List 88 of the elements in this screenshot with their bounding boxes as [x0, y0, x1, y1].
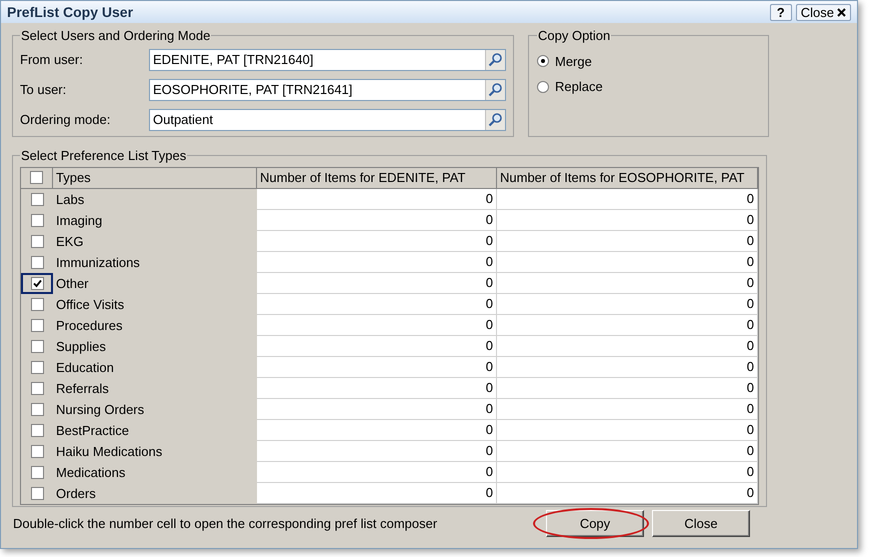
table-cell[interactable]: 0 — [497, 398, 758, 420]
table-cell-text: BestPractice — [55, 422, 130, 440]
table-cell[interactable]: 0 — [497, 188, 758, 210]
table-cell[interactable]: 0 — [497, 378, 758, 398]
table-cell[interactable]: 0 — [257, 314, 497, 336]
table-cell[interactable]: 0 — [257, 188, 497, 210]
table-cell[interactable]: 0 — [257, 398, 497, 420]
table-cell[interactable]: 0 — [497, 440, 758, 462]
dialog-button[interactable]: Close — [652, 510, 750, 537]
radio-label[interactable]: Replace — [555, 77, 603, 96]
checkbox[interactable] — [30, 466, 44, 478]
table-cell[interactable]: 0 — [497, 210, 758, 230]
table-cell-text: Nursing Orders — [55, 400, 146, 419]
checkbox[interactable] — [30, 171, 43, 184]
table-cell[interactable]: 0 — [257, 336, 497, 356]
table-cell[interactable]: 0 — [257, 210, 497, 230]
table-cell[interactable]: 0 — [497, 482, 758, 504]
group-title: Select Preference List Types — [20, 147, 188, 165]
checkbox[interactable] — [30, 192, 44, 206]
table-cell-text: Immunizations — [55, 254, 141, 272]
close-button[interactable]: Close — [796, 4, 851, 20]
table-cell[interactable]: 0 — [257, 356, 497, 378]
search-icon[interactable] — [488, 52, 503, 67]
group-title: Copy Option — [537, 27, 612, 45]
group-title: Select Users and Ordering Mode — [20, 27, 212, 45]
table-cell-text: Labs — [55, 190, 86, 208]
table-cell[interactable]: 0 — [497, 314, 758, 336]
table-cell-text: Orders — [55, 484, 97, 502]
table-cell[interactable]: 0 — [497, 252, 758, 272]
checkbox[interactable] — [30, 298, 44, 310]
table-cell[interactable]: 0 — [257, 272, 497, 294]
table-cell-text: Referrals — [55, 380, 110, 398]
table-cell-text: Imaging — [55, 212, 104, 230]
field-label: From user: — [20, 50, 84, 69]
dialog-button[interactable]: Copy — [546, 510, 644, 537]
table-cell[interactable]: 0 — [257, 482, 497, 504]
table-cell-text: Other — [55, 274, 90, 292]
table-cell[interactable]: 0 — [257, 230, 497, 252]
text-field[interactable]: EOSOPHORITE, PAT [TRN21641] — [149, 78, 506, 100]
search-icon[interactable] — [488, 112, 503, 127]
hint-text: Double-click the number cell to open the corresponding pref list composer — [13, 514, 438, 533]
column-header: Number of Items for EOSOPHORITE, PAT — [497, 168, 758, 188]
search-icon[interactable] — [488, 82, 503, 97]
checkbox[interactable] — [30, 276, 44, 290]
checkbox[interactable] — [30, 402, 44, 416]
table-cell[interactable]: 0 — [257, 252, 497, 272]
table-cell[interactable]: 0 — [497, 462, 758, 482]
checkbox[interactable] — [30, 256, 44, 268]
table-cell-text: EKG — [55, 232, 84, 250]
checkbox[interactable] — [30, 214, 44, 226]
table-cell[interactable]: 0 — [497, 294, 758, 314]
checkbox[interactable] — [30, 424, 44, 436]
table-cell[interactable]: 0 — [257, 462, 497, 482]
text-field[interactable]: Outpatient — [149, 108, 506, 130]
radio-label[interactable]: Merge — [555, 52, 592, 71]
table-cell[interactable]: 0 — [497, 356, 758, 378]
checkbox[interactable] — [30, 318, 44, 332]
checkbox[interactable] — [30, 486, 44, 500]
table-cell[interactable]: 0 — [257, 420, 497, 440]
close-icon — [837, 8, 846, 16]
column-header: Types — [53, 168, 257, 188]
table-cell[interactable]: 0 — [497, 420, 758, 440]
checkbox[interactable] — [30, 340, 44, 352]
help-button[interactable]: ? — [770, 4, 792, 20]
table-cell-text: Procedures — [55, 316, 124, 334]
table-cell[interactable]: 0 — [497, 230, 758, 252]
table-cell[interactable]: 0 — [497, 272, 758, 294]
checkbox[interactable] — [30, 360, 44, 374]
radio-button[interactable] — [537, 55, 549, 68]
table-cell[interactable]: 0 — [257, 378, 497, 398]
field-label: Ordering mode: — [20, 110, 112, 129]
focus-cell[interactable] — [21, 272, 53, 294]
table-cell-text: Supplies — [55, 338, 107, 356]
radio-button[interactable] — [537, 80, 549, 93]
table-cell-text: Office Visits — [55, 296, 126, 314]
field-label: To user: — [20, 80, 68, 99]
checkbox[interactable] — [30, 234, 44, 248]
checkbox[interactable] — [30, 382, 44, 394]
column-header: Number of Items for EDENITE, PAT — [257, 168, 497, 188]
table-cell[interactable]: 0 — [497, 336, 758, 356]
table-cell-text: Medications — [55, 464, 126, 482]
table-cell-text: Haiku Medications — [55, 442, 164, 460]
window-title: PrefList Copy User — [7, 2, 134, 22]
table-cell-text: Education — [55, 358, 115, 376]
table-cell[interactable]: 0 — [257, 294, 497, 314]
table-cell[interactable]: 0 — [257, 440, 497, 462]
checkbox[interactable] — [30, 444, 44, 458]
text-field[interactable]: EDENITE, PAT [TRN21640] — [149, 48, 506, 70]
